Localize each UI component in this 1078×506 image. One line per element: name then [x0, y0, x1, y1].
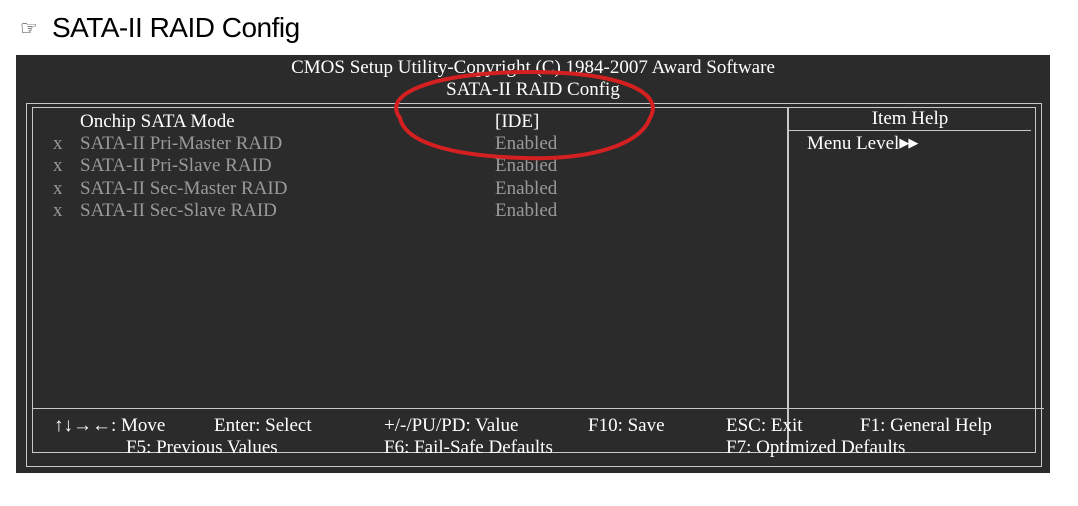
- footer-f6: F6: Fail-Safe Defaults: [384, 437, 553, 458]
- bios-page-title: SATA-II RAID Config: [446, 79, 620, 100]
- item-help-title: Item Help: [789, 108, 1031, 131]
- setting-value: Enabled: [495, 200, 558, 221]
- pointing-hand-icon: ☞: [20, 16, 38, 40]
- setting-value: Enabled: [495, 155, 558, 176]
- footer-f1: F1: General Help: [860, 415, 992, 436]
- disabled-mark: x: [53, 155, 63, 176]
- setting-value[interactable]: [IDE]: [495, 111, 539, 133]
- bios-setup-screen: CMOS Setup Utility-Copyright (C) 1984-20…: [16, 55, 1050, 473]
- footer-move: ↑↓→←: Move: [54, 415, 166, 436]
- settings-panel: Onchip SATA Mode [IDE] x SATA-II Pri-Mas…: [32, 107, 788, 453]
- document-title: SATA-II RAID Config: [51, 12, 300, 43]
- key-help-footer: ↑↓→←: Move Enter: Select +/-/PU/PD: Valu…: [32, 408, 1044, 464]
- disabled-mark: x: [53, 178, 63, 199]
- document-heading: ☞ SATA-II RAID Config: [20, 8, 300, 48]
- item-help-panel: Item Help Menu Level▶▶: [788, 107, 1036, 453]
- setting-row-pri-master-raid: x SATA-II Pri-Master RAID Enabled: [33, 133, 787, 155]
- footer-enter: Enter: Select: [214, 415, 312, 436]
- menu-level-indicator: Menu Level▶▶: [789, 133, 1035, 155]
- double-right-arrow-icon: ▶▶: [899, 136, 918, 151]
- disabled-mark: x: [53, 200, 63, 221]
- menu-level-label: Menu Level: [807, 133, 900, 154]
- bios-header: CMOS Setup Utility-Copyright (C) 1984-20…: [16, 55, 1050, 101]
- footer-esc: ESC: Exit: [726, 415, 803, 436]
- setting-row-onchip-sata-mode[interactable]: Onchip SATA Mode [IDE]: [33, 111, 787, 133]
- disabled-mark: x: [53, 133, 63, 154]
- setting-row-sec-master-raid: x SATA-II Sec-Master RAID Enabled: [33, 178, 787, 200]
- setting-label: SATA-II Sec-Master RAID: [80, 178, 288, 199]
- setting-label: SATA-II Pri-Slave RAID: [80, 155, 272, 176]
- setting-label: Onchip SATA Mode: [80, 111, 235, 132]
- footer-value: +/-/PU/PD: Value: [384, 415, 519, 436]
- setting-label: SATA-II Sec-Slave RAID: [80, 200, 277, 221]
- footer-f5: F5: Previous Values: [126, 437, 278, 458]
- setting-label: SATA-II Pri-Master RAID: [80, 133, 283, 154]
- setting-row-sec-slave-raid: x SATA-II Sec-Slave RAID Enabled: [33, 200, 787, 222]
- setting-value: Enabled: [495, 133, 558, 154]
- footer-f7: F7: Optimized Defaults: [726, 437, 906, 458]
- setting-value: Enabled: [495, 178, 558, 199]
- bios-copyright-line: CMOS Setup Utility-Copyright (C) 1984-20…: [291, 57, 775, 78]
- footer-save: F10: Save: [588, 415, 665, 436]
- setting-row-pri-slave-raid: x SATA-II Pri-Slave RAID Enabled: [33, 155, 787, 177]
